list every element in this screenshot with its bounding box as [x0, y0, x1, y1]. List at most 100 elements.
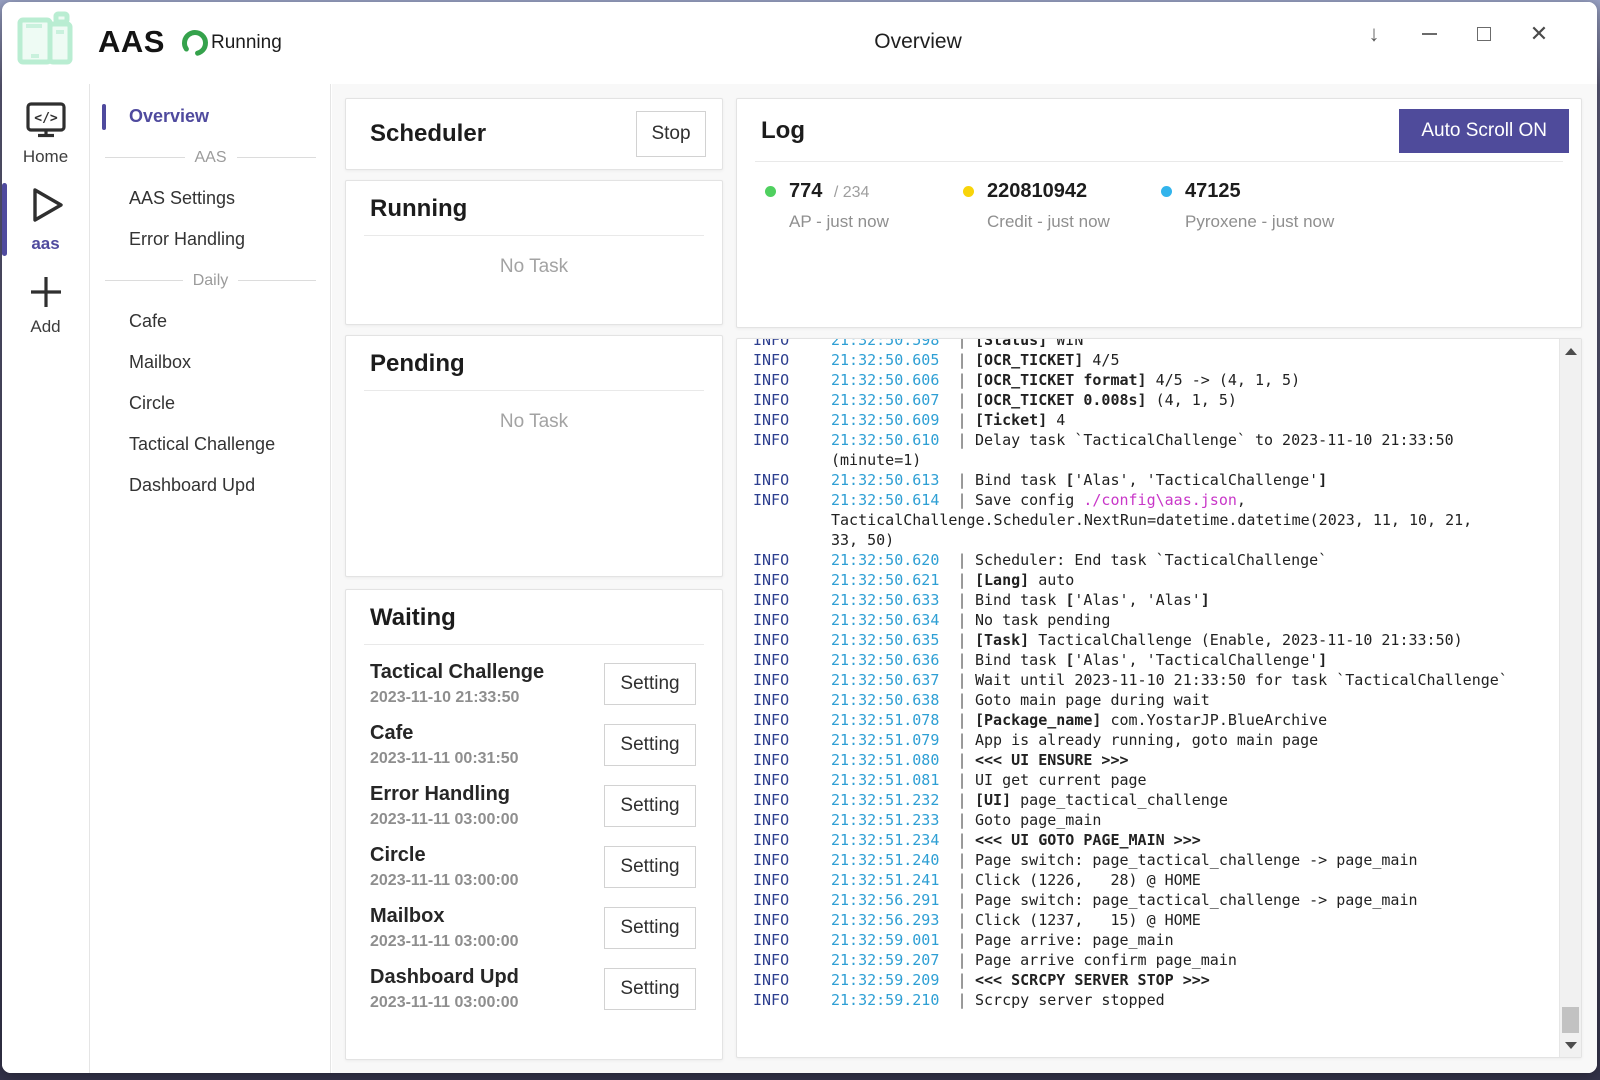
sidebar-item-mailbox[interactable]: Mailbox [91, 342, 330, 383]
running-title: Running [346, 181, 722, 235]
log-level: INFO [753, 370, 831, 390]
close-icon[interactable]: ✕ [1529, 22, 1549, 46]
log-segment: [UI] [975, 791, 1011, 809]
rail-item-home[interactable]: </>Home [2, 100, 89, 167]
setting-button[interactable]: Setting [604, 785, 696, 827]
log-segment: [Package_name] [975, 711, 1101, 729]
log-timestamp: 21:32:59.207 [831, 950, 949, 970]
log-line: INFO21:32:51.241|Click (1226, 28) @ HOME [753, 870, 1559, 890]
log-segment: ] [1318, 471, 1327, 489]
minimize-icon[interactable] [1419, 22, 1439, 46]
log-separator: | [949, 870, 975, 890]
sidebar-item-error-handling[interactable]: Error Handling [91, 219, 330, 260]
waiting-task-time: 2023-11-11 03:00:00 [370, 872, 604, 890]
log-separator: | [949, 990, 975, 1010]
sidebar-item-cafe[interactable]: Cafe [91, 301, 330, 342]
log-scrollbar[interactable] [1559, 339, 1581, 1057]
log-segment: [OCR_TICKET format] [975, 371, 1147, 389]
log-message: <<< UI GOTO PAGE_MAIN >>> [975, 830, 1201, 850]
log-message: Bind task ['Alas', 'TacticalChallenge'] [975, 650, 1327, 670]
log-line: INFO21:32:51.079|App is already running,… [753, 730, 1559, 750]
sidebar-item-circle[interactable]: Circle [91, 383, 330, 424]
setting-button[interactable]: Setting [604, 968, 696, 1010]
stat-item: 47125Pyroxene - just now [1161, 180, 1359, 232]
setting-button[interactable]: Setting [604, 846, 696, 888]
log-timestamp: 21:32:51.078 [831, 710, 949, 730]
rail-item-aas[interactable]: aas [2, 183, 89, 254]
log-timestamp: 21:32:56.291 [831, 890, 949, 910]
log-separator: | [949, 430, 975, 450]
log-separator: | [949, 930, 975, 950]
sidebar-item-overview[interactable]: Overview [91, 96, 330, 137]
log-message: Delay task `TacticalChallenge` to 2023-1… [975, 430, 1454, 450]
stat-label: AP - just now [789, 212, 963, 232]
log-line-continuation: TacticalChallenge.Scheduler.NextRun=date… [753, 510, 1559, 530]
log-segment: [OCR_TICKET] [975, 351, 1083, 369]
scheduler-status: Running [180, 28, 282, 58]
nav-rail: </>Home aas Add [2, 84, 90, 1073]
stat-label: Pyroxene - just now [1185, 212, 1359, 232]
log-line: INFO21:32:51.232|[UI] page_tactical_chal… [753, 790, 1559, 810]
log-segment: 'Alas', 'TacticalChallenge' [1074, 471, 1318, 489]
log-message: Bind task ['Alas', 'Alas'] [975, 590, 1210, 610]
app-logo-icon [12, 10, 76, 77]
log-timestamp: 21:32:50.635 [831, 630, 949, 650]
auto-scroll-button[interactable]: Auto Scroll ON [1399, 109, 1569, 153]
waiting-task-time: 2023-11-10 21:33:50 [370, 689, 604, 707]
log-timestamp: 21:32:50.610 [831, 430, 949, 450]
setting-button[interactable]: Setting [604, 663, 696, 705]
log-level: INFO [753, 830, 831, 850]
log-line: INFO21:32:50.633|Bind task ['Alas', 'Ala… [753, 590, 1559, 610]
log-message: (minute=1) [831, 450, 921, 470]
log-line: INFO21:32:51.078|[Package_name] com.Yost… [753, 710, 1559, 730]
waiting-task-info: Mailbox2023-11-11 03:00:00 [370, 905, 604, 951]
log-line: INFO21:32:50.606|[OCR_TICKET format] 4/5… [753, 370, 1559, 390]
log-level: INFO [753, 490, 831, 510]
log-timestamp: 21:32:50.634 [831, 610, 949, 630]
log-timestamp: 21:32:50.614 [831, 490, 949, 510]
log-message: Scrcpy server stopped [975, 990, 1165, 1010]
log-line: INFO21:32:59.207|Page arrive confirm pag… [753, 950, 1559, 970]
log-line: INFO21:32:50.609|[Ticket] 4 [753, 410, 1559, 430]
log-separator: | [949, 650, 975, 670]
log-line: INFO21:32:51.234|<<< UI GOTO PAGE_MAIN >… [753, 830, 1559, 850]
scrollbar-thumb[interactable] [1562, 1007, 1579, 1033]
stop-button[interactable]: Stop [636, 111, 706, 157]
log-segment: page_tactical_challenge [1011, 791, 1228, 809]
log-segment: Page arrive confirm page_main [975, 951, 1237, 969]
log-timestamp: 21:32:50.598 [831, 339, 949, 350]
log-segment: com.YostarJP.BlueArchive [1101, 711, 1327, 729]
log-level: INFO [753, 390, 831, 410]
setting-button[interactable]: Setting [604, 907, 696, 949]
maximize-icon[interactable] [1474, 22, 1494, 46]
log-viewport[interactable]: INFO21:32:50.598|[Status] WININFO21:32:5… [737, 339, 1559, 1057]
log-segment: [Lang] [975, 571, 1029, 589]
log-message: No task pending [975, 610, 1110, 630]
sidebar-item-aas-settings[interactable]: AAS Settings [91, 178, 330, 219]
log-separator: | [949, 690, 975, 710]
log-segment: , [1237, 491, 1246, 509]
log-separator: | [949, 790, 975, 810]
log-separator: | [949, 339, 975, 350]
waiting-list: Tactical Challenge2023-11-10 21:33:50Set… [346, 645, 722, 1019]
scroll-up-icon[interactable] [1560, 342, 1581, 360]
log-level: INFO [753, 770, 831, 790]
log-segment: [ [1065, 591, 1074, 609]
log-segment: <<< UI GOTO PAGE_MAIN >>> [975, 831, 1201, 849]
log-separator: | [949, 410, 975, 430]
log-line: INFO21:32:51.240|Page switch: page_tacti… [753, 850, 1559, 870]
log-timestamp: 21:32:51.240 [831, 850, 949, 870]
waiting-task-row: Tactical Challenge2023-11-10 21:33:50Set… [346, 653, 722, 714]
setting-button[interactable]: Setting [604, 724, 696, 766]
scroll-down-icon[interactable] [1560, 1036, 1581, 1054]
rail-item-add[interactable]: Add [2, 274, 89, 337]
sidebar-item-tactical-challenge[interactable]: Tactical Challenge [91, 424, 330, 465]
log-separator: | [949, 750, 975, 770]
log-level: INFO [753, 550, 831, 570]
log-timestamp: 21:32:50.613 [831, 470, 949, 490]
log-segment: Delay task `TacticalChallenge` to 2023-1… [975, 431, 1454, 449]
log-line: INFO21:32:50.635|[Task] TacticalChalleng… [753, 630, 1559, 650]
stat-dot-icon [1161, 186, 1172, 197]
arrow-down-icon[interactable]: ↓ [1364, 22, 1384, 46]
sidebar-item-dashboard-upd[interactable]: Dashboard Upd [91, 465, 330, 506]
